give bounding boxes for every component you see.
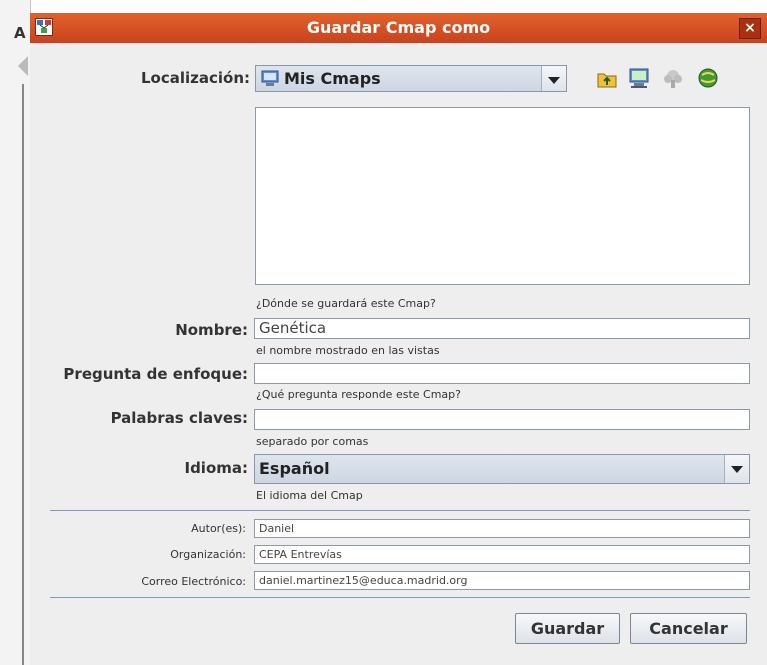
language-label: Idioma: xyxy=(184,459,248,477)
background-divider xyxy=(22,84,24,665)
background-window-edge: A xyxy=(0,0,31,665)
background-letter: A xyxy=(14,24,26,42)
email-input[interactable]: daniel.martinez15@educa.madrid.org xyxy=(254,571,750,590)
organization-label: Organización: xyxy=(170,548,246,561)
keywords-label: Palabras claves: xyxy=(110,409,248,427)
my-cmaps-icon xyxy=(261,70,279,87)
separator-top xyxy=(50,510,750,511)
cmap-location-list[interactable] xyxy=(255,107,750,285)
close-icon[interactable]: × xyxy=(739,18,761,39)
language-select[interactable]: Español xyxy=(254,454,750,484)
keywords-hint: separado por comas xyxy=(256,435,369,448)
folder-up-icon[interactable] xyxy=(596,68,618,90)
name-label: Nombre: xyxy=(175,321,248,339)
places-icon[interactable] xyxy=(697,67,719,89)
focus-question-label: Pregunta de enfoque: xyxy=(63,365,248,383)
name-input[interactable]: Genética xyxy=(254,318,750,339)
author-label: Autor(es): xyxy=(191,522,246,535)
save-button[interactable]: Guardar xyxy=(515,613,620,644)
chevron-down-icon[interactable] xyxy=(724,455,749,483)
cancel-button[interactable]: Cancelar xyxy=(630,613,747,644)
keywords-input[interactable] xyxy=(254,409,750,430)
shared-sites-icon[interactable] xyxy=(662,68,684,90)
name-hint: el nombre mostrado en las vistas xyxy=(256,344,440,357)
language-selected: Español xyxy=(259,459,330,478)
location-label: Localización: xyxy=(140,69,250,87)
location-select[interactable]: Mis Cmaps xyxy=(255,65,567,92)
title-bar[interactable]: Guardar Cmap como × xyxy=(30,13,767,43)
organization-input[interactable]: CEPA Entrevías xyxy=(254,545,750,564)
my-cmaps-toolbar-icon[interactable] xyxy=(628,67,650,89)
email-label: Correo Electrónico: xyxy=(141,575,246,588)
focus-question-input[interactable] xyxy=(254,363,750,384)
dialog-title: Guardar Cmap como xyxy=(306,18,491,37)
chevron-down-icon[interactable] xyxy=(541,66,566,91)
author-input[interactable]: Daniel xyxy=(254,519,750,538)
separator-bottom xyxy=(50,597,750,598)
location-selected: Mis Cmaps xyxy=(284,69,381,88)
focus-question-hint: ¿Qué pregunta responde este Cmap? xyxy=(256,388,461,401)
background-arrow-icon xyxy=(18,56,28,76)
location-hint: ¿Dónde se guardará este Cmap? xyxy=(256,297,436,310)
language-hint: El idioma del Cmap xyxy=(256,489,363,502)
save-cmap-dialog: Guardar Cmap como × Localización: Mis Cm… xyxy=(30,13,767,665)
